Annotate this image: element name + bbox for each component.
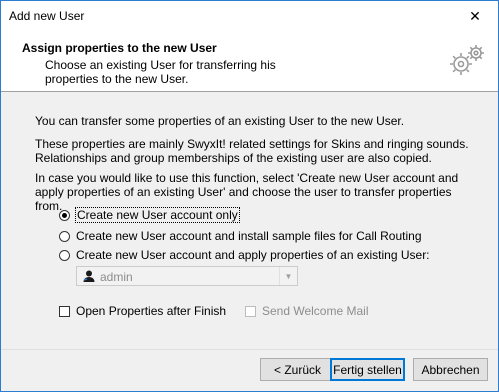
footer-divider (1, 349, 498, 350)
cancel-button[interactable]: Abbrechen (413, 358, 488, 381)
open-properties-label: Open Properties after Finish (76, 304, 227, 318)
chevron-down-icon[interactable]: ▼ (279, 267, 297, 285)
close-icon: ✕ (469, 8, 481, 24)
gears-icon (450, 45, 484, 75)
radio-selected-dot (62, 212, 67, 218)
header-subtitle: Choose an existing User for transferring… (45, 58, 276, 86)
close-button[interactable]: ✕ (452, 1, 498, 32)
option-label: Create new User account and install samp… (76, 229, 422, 243)
header-title: Assign properties to the new User (22, 41, 217, 55)
option-create-only[interactable]: Create new User account only (59, 207, 240, 223)
radio-button[interactable] (59, 230, 70, 242)
option-apply-properties[interactable]: Create new User account and apply proper… (59, 247, 430, 263)
back-button[interactable]: < Zurück (260, 358, 335, 381)
properties-text: These properties are mainly SwyxIt! rela… (35, 137, 469, 165)
option-create-sample-files[interactable]: Create new User account and install samp… (59, 228, 422, 244)
send-welcome-option[interactable]: Send Welcome Mail (245, 303, 369, 319)
selected-user: admin (100, 270, 133, 284)
open-properties-option[interactable]: Open Properties after Finish (59, 303, 226, 319)
window-title: Add new User (9, 9, 85, 23)
option-label: Create new User account and apply proper… (76, 248, 430, 262)
title-bar: Add new User ✕ (1, 1, 498, 32)
existing-user-select[interactable]: admin ▼ (76, 266, 298, 286)
intro-text: You can transfer some properties of an e… (35, 114, 405, 128)
send-welcome-label: Send Welcome Mail (262, 304, 369, 318)
option-label: Create new User account only (75, 207, 240, 223)
wizard-content: You can transfer some properties of an e… (1, 92, 498, 348)
radio-button[interactable] (59, 249, 70, 261)
radio-button[interactable] (59, 209, 70, 221)
wizard-header: Assign properties to the new User Choose… (1, 32, 498, 92)
finish-button[interactable]: Fertig stellen (330, 358, 405, 381)
send-welcome-checkbox[interactable] (245, 305, 256, 317)
user-avatar-icon (83, 270, 95, 282)
add-user-dialog: Add new User ✕ Assign properties to the … (0, 0, 499, 392)
open-properties-checkbox[interactable] (59, 305, 70, 317)
